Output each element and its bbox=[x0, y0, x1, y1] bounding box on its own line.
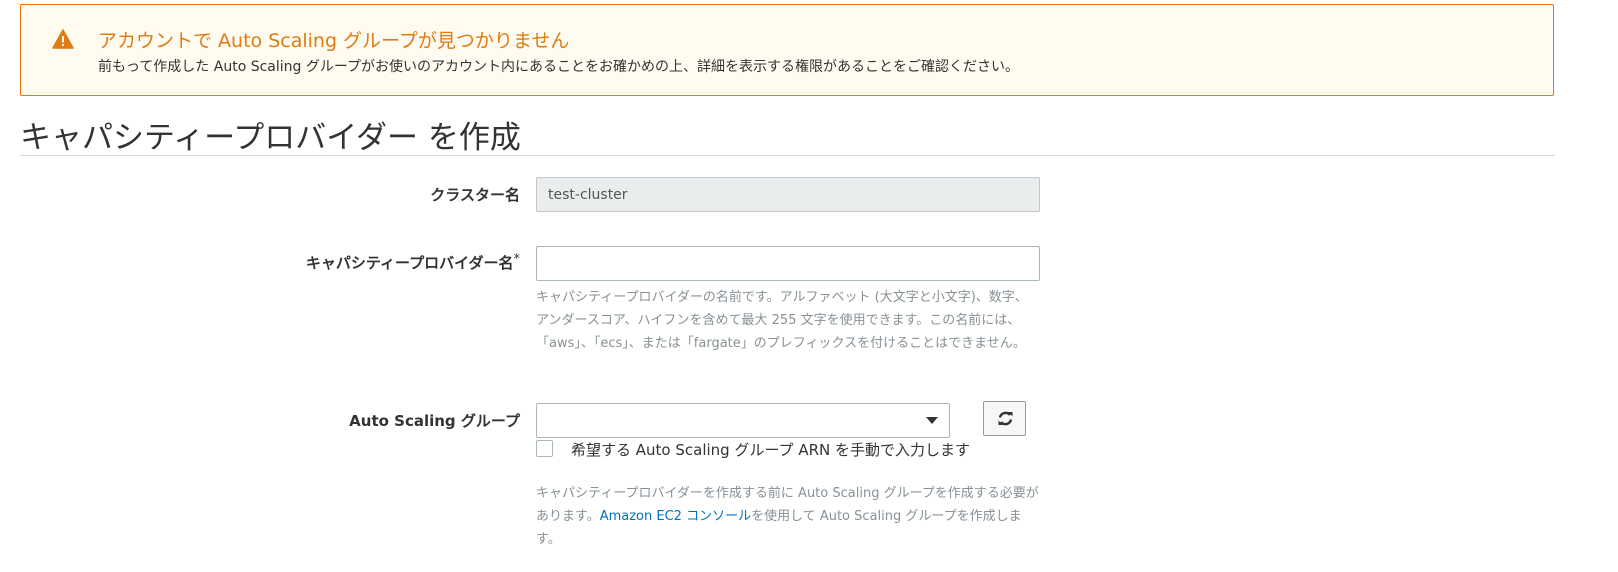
page: アカウントで Auto Scaling グループが見つかりません 前もって作成し… bbox=[0, 0, 1618, 572]
caret-down-icon bbox=[926, 417, 938, 424]
cluster-name-label-text: クラスター名 bbox=[430, 186, 520, 204]
warning-title: アカウントで Auto Scaling グループが見つかりません bbox=[98, 30, 570, 52]
title-divider bbox=[20, 155, 1555, 156]
provider-name-help-line: 「aws」、「ecs」、または「fargate」のプレフィックスを付けることはで… bbox=[536, 336, 1026, 351]
asg-select[interactable] bbox=[536, 403, 950, 438]
asg-label: Auto Scaling グループ bbox=[349, 410, 520, 431]
manual-arn-checkbox[interactable] bbox=[536, 440, 553, 457]
warning-banner: アカウントで Auto Scaling グループが見つかりません 前もって作成し… bbox=[20, 4, 1554, 96]
provider-name-help: キャパシティープロバイダーの名前です。アルファベット (大文字と小文字)、数字、… bbox=[536, 286, 1046, 355]
ec2-console-link[interactable]: Amazon EC2 コンソール bbox=[600, 509, 751, 524]
manual-arn-checkbox-label[interactable]: 希望する Auto Scaling グループ ARN を手動で入力します bbox=[571, 439, 970, 460]
provider-name-label: キャパシティープロバイダー名* bbox=[306, 252, 520, 273]
asg-help: キャパシティープロバイダーを作成する前に Auto Scaling グループを作… bbox=[536, 482, 1044, 551]
cluster-name-field bbox=[536, 177, 1040, 212]
provider-name-help-line: キャパシティープロバイダーの名前です。アルファベット (大文字と小文字)、数字、 bbox=[536, 290, 1028, 305]
provider-name-label-text: キャパシティープロバイダー名 bbox=[305, 254, 514, 272]
warning-icon bbox=[52, 29, 74, 49]
warning-description: 前もって作成した Auto Scaling グループがお使いのアカウント内にある… bbox=[98, 59, 1020, 75]
required-mark: * bbox=[513, 252, 521, 267]
provider-name-help-line: アンダースコア、ハイフンを含めて最大 255 文字を使用できます。この名前には、 bbox=[536, 313, 1021, 328]
cluster-name-label: クラスター名 bbox=[430, 184, 520, 205]
refresh-icon bbox=[998, 411, 1013, 426]
page-title: キャパシティープロバイダー を作成 bbox=[20, 120, 521, 156]
provider-name-input[interactable] bbox=[536, 246, 1040, 281]
refresh-button[interactable] bbox=[983, 401, 1026, 436]
asg-label-text: Auto Scaling グループ bbox=[349, 412, 520, 430]
